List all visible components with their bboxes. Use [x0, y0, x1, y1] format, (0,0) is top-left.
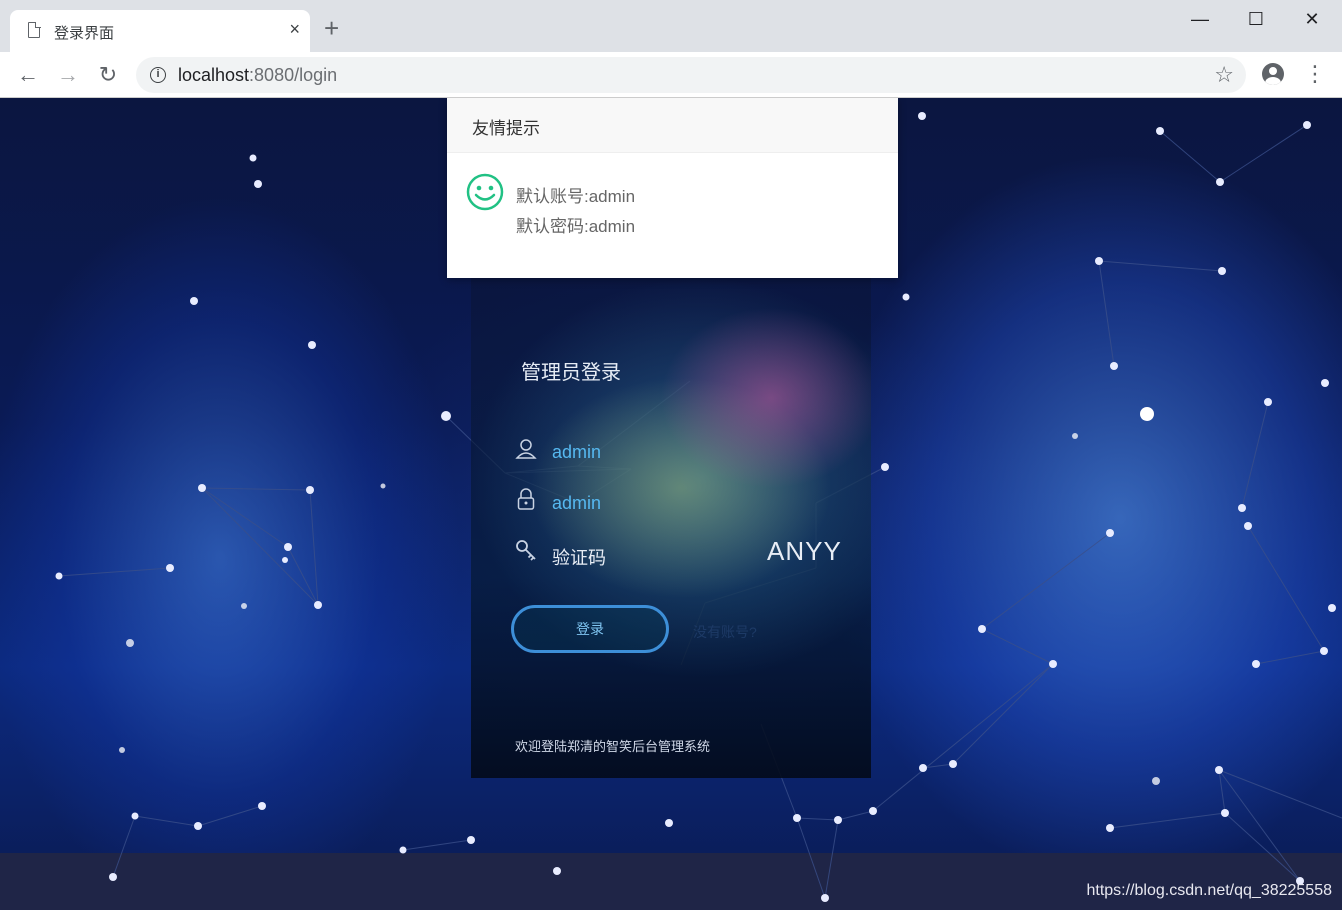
- document-icon: [28, 21, 41, 38]
- tip-dialog: 友情提示 默认账号:admin 默认密码:admin: [447, 98, 898, 278]
- info-icon[interactable]: i: [150, 67, 166, 83]
- browser-toolbar: ← → ↻ i localhost:8080/login ☆ ⋮: [0, 52, 1342, 98]
- login-page: 管理员登录 admin admin 验证码 ANYY 登录 没有账号? 欢迎登陆…: [0, 98, 1342, 910]
- browser-tab[interactable]: 登录界面 ×: [10, 10, 310, 52]
- reload-button[interactable]: ↻: [95, 62, 121, 88]
- smile-icon: [466, 173, 504, 211]
- address-bar[interactable]: i localhost:8080/login ☆: [136, 57, 1246, 93]
- back-button[interactable]: ←: [15, 62, 41, 88]
- welcome-text: 欢迎登陆郑清的智笑后台管理系统: [515, 739, 711, 754]
- browser-menu-icon[interactable]: ⋮: [1304, 61, 1326, 87]
- captcha-input[interactable]: 验证码: [552, 544, 606, 570]
- browser-tab-bar: 登录界面 × + — ☐ ✕: [0, 0, 1342, 52]
- tab-close-icon[interactable]: ×: [289, 18, 300, 40]
- login-button[interactable]: 登录: [511, 605, 669, 653]
- key-icon: [516, 540, 536, 561]
- minimize-button[interactable]: —: [1180, 6, 1220, 32]
- url-text[interactable]: localhost:8080/login: [178, 65, 337, 86]
- login-title: 管理员登录: [521, 362, 621, 384]
- user-icon: [515, 439, 537, 459]
- watermark-text: https://blog.csdn.net/qq_38225558: [1086, 882, 1332, 899]
- tab-title: 登录界面: [54, 25, 115, 42]
- captcha-image[interactable]: ANYY: [767, 536, 842, 567]
- default-account-text: 默认账号:admin: [516, 187, 636, 206]
- forward-button[interactable]: →: [55, 62, 81, 88]
- password-input[interactable]: admin: [552, 493, 601, 514]
- window-close-button[interactable]: ✕: [1292, 6, 1332, 32]
- username-input[interactable]: admin: [552, 442, 601, 463]
- maximize-button[interactable]: ☐: [1236, 6, 1276, 32]
- new-tab-button[interactable]: +: [324, 14, 339, 42]
- default-password-text: 默认密码:admin: [516, 217, 636, 236]
- profile-avatar-icon[interactable]: [1262, 63, 1284, 85]
- register-link[interactable]: 没有账号?: [693, 622, 757, 642]
- dialog-title: 友情提示: [447, 98, 898, 153]
- lock-icon: [517, 488, 535, 510]
- bookmark-star-icon[interactable]: ☆: [1214, 62, 1234, 88]
- login-panel: 管理员登录 admin admin 验证码 ANYY 登录 没有账号? 欢迎登陆…: [471, 278, 871, 778]
